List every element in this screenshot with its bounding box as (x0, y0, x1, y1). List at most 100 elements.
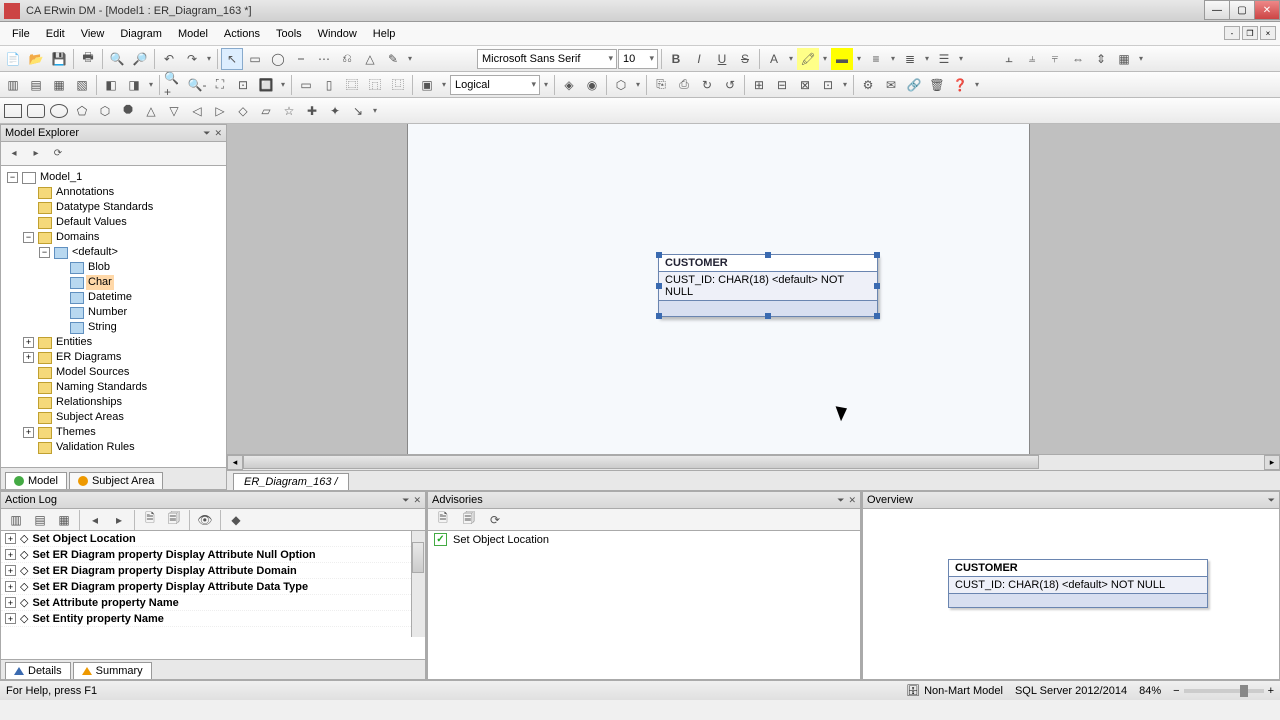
advisories-pin-icon[interactable]: ⏷ (837, 495, 844, 506)
zoom-slider[interactable] (1184, 689, 1264, 693)
tree-validation-rules[interactable]: Validation Rules (23, 440, 224, 455)
tb2-btn-1[interactable]: ▥ (2, 74, 24, 96)
tree-domain-string[interactable]: String (55, 320, 224, 335)
undo-dropdown[interactable]: ▾ (204, 54, 214, 63)
resize-handle-w[interactable] (656, 283, 662, 289)
align-middle-button[interactable]: ⫨ (1021, 48, 1043, 70)
minimize-button[interactable]: — (1204, 0, 1230, 20)
tree-datatype-standards[interactable]: Datatype Standards (23, 200, 224, 215)
scroll-left-button[interactable]: ◂ (227, 455, 243, 470)
annotation-tool-button[interactable]: ✎ (382, 48, 404, 70)
tb2-drop-1[interactable]: ▾ (146, 80, 156, 89)
log-tb-6[interactable]: 🗎 (139, 509, 161, 531)
italic-button[interactable]: I (688, 48, 710, 70)
action-log-close-icon[interactable]: ✕ (413, 495, 421, 506)
tb2-btn-5[interactable]: ◧ (100, 74, 122, 96)
tree-annotations[interactable]: Annotations (23, 185, 224, 200)
menu-diagram[interactable]: Diagram (112, 25, 170, 43)
view-tool-button[interactable]: ◯ (267, 48, 289, 70)
view-mode-combo[interactable]: Logical (450, 75, 540, 95)
menu-edit[interactable]: Edit (38, 25, 73, 43)
shape-rect-button[interactable] (2, 100, 24, 122)
menu-help[interactable]: Help (365, 25, 404, 43)
resize-handle-n[interactable] (765, 252, 771, 258)
tb2-btn-28[interactable]: ⊡ (817, 74, 839, 96)
tb2-btn-26[interactable]: ⊟ (771, 74, 793, 96)
scroll-thumb-h[interactable] (243, 455, 1039, 469)
model-explorer-pin-icon[interactable]: ⏷ (203, 128, 210, 139)
resize-handle-sw[interactable] (656, 313, 662, 319)
underline-button[interactable]: U (711, 48, 733, 70)
tb2-btn-6[interactable]: ◨ (123, 74, 145, 96)
align-left-dropdown[interactable]: ▾ (888, 54, 898, 63)
tb2-btn-23[interactable]: ↻ (696, 74, 718, 96)
tb2-drop-3[interactable]: ▾ (633, 80, 643, 89)
tb2-drop-4[interactable]: ▾ (840, 80, 850, 89)
log-tb-9[interactable]: ◆ (225, 509, 247, 531)
annotation-dropdown[interactable]: ▾ (405, 54, 415, 63)
open-button[interactable]: 📂 (25, 48, 47, 70)
shape-roundrect-button[interactable] (25, 100, 47, 122)
mdi-close-button[interactable]: × (1260, 26, 1276, 40)
font-size-combo[interactable]: 10 (618, 49, 658, 69)
shape-parallelogram-button[interactable]: ▱ (255, 100, 277, 122)
explorer-tab-subject-area[interactable]: Subject Area (69, 472, 163, 489)
zoom-in-button[interactable]: 🔍+ (163, 74, 185, 96)
tb2-btn-2[interactable]: ▤ (25, 74, 47, 96)
tb2-btn-3[interactable]: ▦ (48, 74, 70, 96)
mdi-restore-button[interactable]: ❐ (1242, 26, 1258, 40)
tb2-btn-31[interactable]: 🔗 (903, 74, 925, 96)
tb2-btn-27[interactable]: ⊠ (794, 74, 816, 96)
tree-default-values[interactable]: Default Values (23, 215, 224, 230)
menu-model[interactable]: Model (170, 25, 216, 43)
shape-triangle-up-button[interactable]: △ (140, 100, 162, 122)
align-bottom-button[interactable]: ⫧ (1044, 48, 1066, 70)
tree-model-sources[interactable]: Model Sources (23, 365, 224, 380)
close-button[interactable]: ✕ (1254, 0, 1280, 20)
zoom-dropdown[interactable]: ▾ (278, 80, 288, 89)
align-top-button[interactable]: ⫠ (998, 48, 1020, 70)
shape-triangle-down-button[interactable]: ▽ (163, 100, 185, 122)
action-tab-summary[interactable]: Summary (73, 662, 152, 679)
tb2-btn-32[interactable]: 🗑 (926, 74, 948, 96)
resize-handle-ne[interactable] (874, 252, 880, 258)
action-log-pin-icon[interactable]: ⏷ (402, 495, 409, 506)
zoom-out-icon[interactable]: − (1173, 685, 1179, 697)
shape-star-button[interactable]: ☆ (278, 100, 300, 122)
log-tb-7[interactable]: 🗐 (163, 509, 185, 531)
canvas-scrollbar-h[interactable]: ◂ ▸ (227, 454, 1280, 470)
view-mode-dropdown[interactable]: ▾ (541, 80, 551, 89)
log-row-5[interactable]: +◇Set Entity property Name (1, 611, 425, 627)
resize-handle-nw[interactable] (656, 252, 662, 258)
explorer-tb-2[interactable]: ▸ (27, 145, 45, 163)
entity-customer[interactable]: CUSTOMER CUST_ID: CHAR(18) <default> NOT… (658, 254, 878, 317)
shape-triangle-left-button[interactable]: ◁ (186, 100, 208, 122)
menu-window[interactable]: Window (310, 25, 365, 43)
tb2-btn-21[interactable]: ⎘ (650, 74, 672, 96)
log-tb-3[interactable]: ▦ (53, 509, 75, 531)
distribute-v-button[interactable]: ⇕ (1090, 48, 1112, 70)
log-tb-8[interactable]: 👁 (194, 509, 216, 531)
adv-tb-3[interactable]: ⟳ (484, 509, 506, 531)
advisory-row-0[interactable]: ✓ Set Object Location (428, 531, 860, 548)
find-button[interactable]: 🔍 (106, 48, 128, 70)
log-tb-4[interactable]: ◂ (84, 509, 106, 531)
redo-button[interactable]: ↷ (181, 48, 203, 70)
shape-dropdown[interactable]: ▾ (370, 106, 380, 115)
find-replace-button[interactable]: 🔎 (129, 48, 151, 70)
tb2-btn-19[interactable]: ◉ (581, 74, 603, 96)
shape-octagon-button[interactable]: ⯃ (117, 100, 139, 122)
new-button[interactable]: 📄 (2, 48, 24, 70)
log-tb-1[interactable]: ▥ (5, 509, 27, 531)
action-log-list[interactable]: +◇Set Object Location +◇Set ER Diagram p… (1, 531, 425, 637)
tb2-btn-4[interactable]: ▧ (71, 74, 93, 96)
print-button[interactable]: 🖶 (77, 48, 99, 70)
tree-domain-datetime[interactable]: Datetime (55, 290, 224, 305)
tb2-btn-20[interactable]: ⬡ (610, 74, 632, 96)
log-row-0[interactable]: +◇Set Object Location (1, 531, 425, 547)
tree-domain-blob[interactable]: Blob (55, 260, 224, 275)
tb2-btn-29[interactable]: ⚙ (857, 74, 879, 96)
advisories-close-icon[interactable]: ✕ (848, 495, 856, 506)
diagram-canvas[interactable]: CUSTOMER CUST_ID: CHAR(18) <default> NOT… (227, 124, 1280, 454)
log-row-1[interactable]: +◇Set ER Diagram property Display Attrib… (1, 547, 425, 563)
